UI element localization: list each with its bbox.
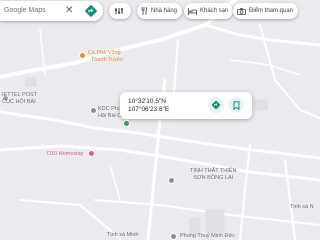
- map-canvas[interactable]: [0, 0, 320, 240]
- dropped-pin-marker[interactable]: [123, 120, 130, 127]
- search-input[interactable]: Google Maps: [4, 7, 46, 14]
- building: [254, 99, 268, 111]
- tinh-xa-label: Tịnh xá N: [290, 204, 314, 210]
- chip-label: Điểm tham quan: [249, 8, 294, 14]
- directions-icon: [211, 100, 221, 110]
- phong-thuy-marker[interactable]: [170, 233, 177, 240]
- kdc-marker[interactable]: [90, 107, 97, 114]
- church-marker[interactable]: [168, 177, 175, 184]
- viettel-label: IETTEL POST CỤC HỘI BÀI: [2, 92, 37, 105]
- church-label: TỊNH THẤT THIỀN SƠN BỒNG LAI: [190, 168, 237, 181]
- directions-button[interactable]: [208, 97, 224, 113]
- chip-attractions[interactable]: Điểm tham quan: [233, 3, 299, 19]
- filter-chip[interactable]: [109, 3, 131, 19]
- tinh-xa-2-label: Tịnh xá Minh: [107, 232, 139, 238]
- tune-icon: [114, 8, 124, 14]
- building: [205, 209, 225, 233]
- close-icon[interactable]: ✕: [65, 5, 73, 16]
- cafe-marker[interactable]: [79, 52, 86, 59]
- building: [189, 217, 201, 235]
- homestay-marker[interactable]: [88, 150, 95, 157]
- hotel-icon: [188, 7, 197, 15]
- directions-icon[interactable]: [84, 4, 98, 18]
- building: [25, 77, 37, 87]
- bookmark-icon: [233, 100, 239, 110]
- camera-icon: [237, 7, 246, 15]
- chip-restaurants[interactable]: Nhà hàng: [137, 3, 183, 19]
- save-button[interactable]: [228, 97, 244, 113]
- coordinate-card[interactable]: 10°32'10.5"N 107°06'23.6"E: [120, 92, 252, 119]
- cafe-label: Cà Phê Võng Thanh Tuyền: [88, 50, 124, 63]
- chip-label: Khách sạn: [200, 8, 229, 14]
- chip-hotels[interactable]: Khách sạn: [184, 3, 234, 19]
- search-bar[interactable]: Google Maps ✕: [0, 1, 103, 21]
- latitude-text: 10°32'10.5"N: [128, 98, 166, 105]
- chip-label: Nhà hàng: [151, 8, 178, 14]
- restaurant-icon: [141, 7, 148, 15]
- homestay-label: D10 Homestay: [47, 151, 84, 157]
- longitude-text: 107°06'23.6"E: [128, 106, 170, 113]
- phong-thuy-label: Phong Thuỷ Minh Đức: [180, 233, 235, 239]
